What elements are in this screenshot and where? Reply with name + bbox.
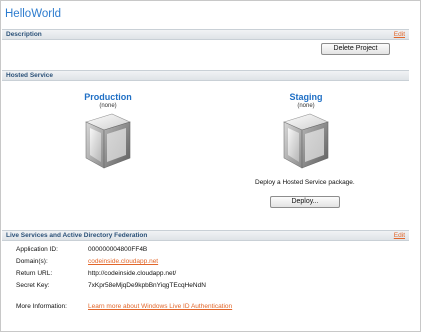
production-status: (none) (99, 103, 117, 109)
return-url-value: http://codeinside.cloudapp.net/ (88, 270, 177, 277)
live-services-edit-link[interactable]: Edit (394, 232, 405, 239)
production-title: Production (84, 92, 132, 102)
application-id-value: 000000004800FF4B (88, 246, 148, 253)
description-edit-link[interactable]: Edit (394, 31, 405, 38)
hosted-service-section-label: Hosted Service (6, 72, 53, 79)
production-cube-icon (85, 113, 131, 169)
description-section-label: Description (6, 31, 42, 38)
secret-key-label: Secret Key: (16, 282, 50, 289)
application-id-label: Application ID: (16, 246, 58, 253)
domains-label: Domain(s): (16, 258, 48, 265)
deploy-button[interactable]: Deploy... (270, 196, 340, 208)
staging-message: Deploy a Hosted Service package. (255, 179, 355, 186)
return-url-label: Return URL: (16, 270, 53, 277)
staging-title: Staging (289, 92, 323, 102)
domains-link[interactable]: codeinside.cloudapp.net (88, 258, 158, 265)
description-section-header: Description Edit (2, 29, 409, 40)
staging-status: (none) (297, 103, 315, 109)
secret-key-value: 7xKpr58eMjqDe9kpbBnYiqgTEcqHeNdN (88, 282, 206, 289)
hosted-service-section-header: Hosted Service (2, 70, 409, 81)
more-information-label: More Information: (16, 303, 67, 310)
page-title: HelloWorld (5, 8, 62, 20)
windows-live-id-learn-more-link[interactable]: Learn more about Windows Live ID Authent… (88, 303, 232, 310)
live-services-section-label: Live Services and Active Directory Feder… (6, 232, 148, 239)
live-services-section-header: Live Services and Active Directory Feder… (2, 230, 409, 241)
delete-project-button[interactable]: Delete Project (321, 43, 390, 55)
staging-cube-icon (283, 113, 329, 169)
